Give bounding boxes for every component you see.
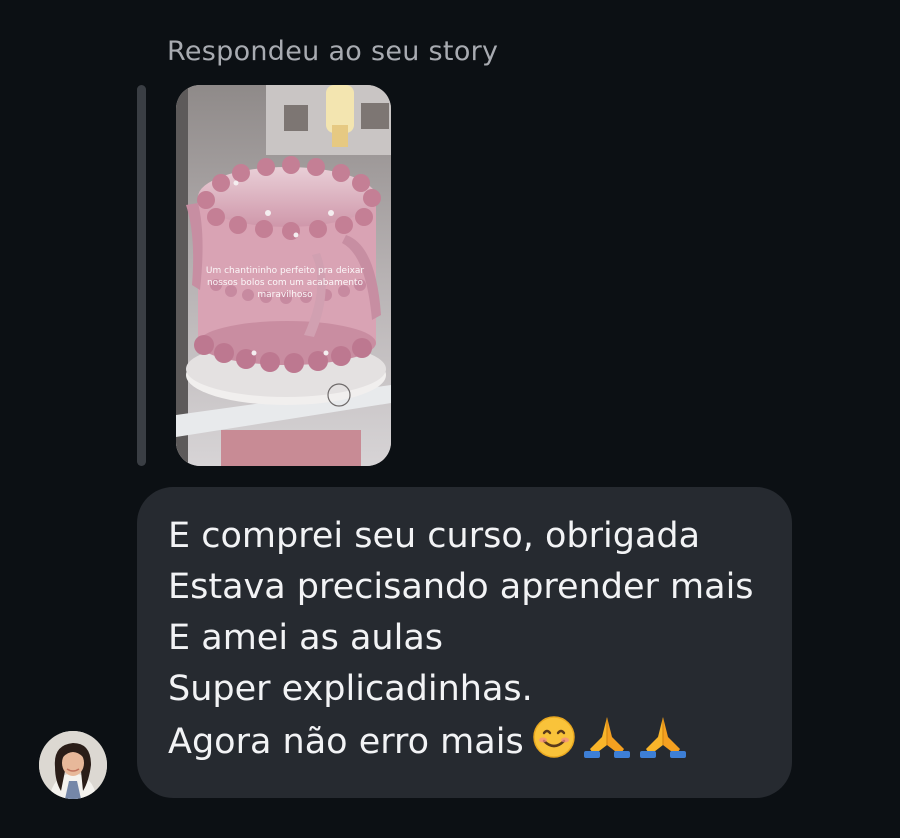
- message-line-4: Super explicadinhas.: [168, 669, 533, 709]
- message-bubble[interactable]: E comprei seu curso, obrigada Estava pre…: [137, 487, 792, 798]
- quote-bar: [137, 85, 146, 466]
- message-line-5-text: Agora não erro mais: [168, 722, 524, 762]
- smiling-face-icon: [532, 715, 576, 774]
- profile-photo: [39, 731, 107, 799]
- message-line-2: Estava precisando aprender mais: [168, 567, 754, 607]
- message-line-5: Agora não erro mais: [168, 715, 792, 774]
- avatar[interactable]: [39, 731, 107, 799]
- story-thumbnail[interactable]: Um chantininho perfeito pra deixar nosso…: [176, 85, 391, 466]
- message-line-3: E amei as aulas: [168, 618, 444, 658]
- folded-hands-icon: [582, 715, 632, 774]
- chat-screen: Respondeu ao seu story Um chantininho pe…: [0, 0, 900, 838]
- message-line-1: E comprei seu curso, obrigada: [168, 516, 701, 556]
- folded-hands-icon: [638, 715, 688, 774]
- story-caption: Um chantininho perfeito pra deixar nosso…: [205, 266, 365, 300]
- reply-context-label: Respondeu ao seu story: [167, 36, 499, 67]
